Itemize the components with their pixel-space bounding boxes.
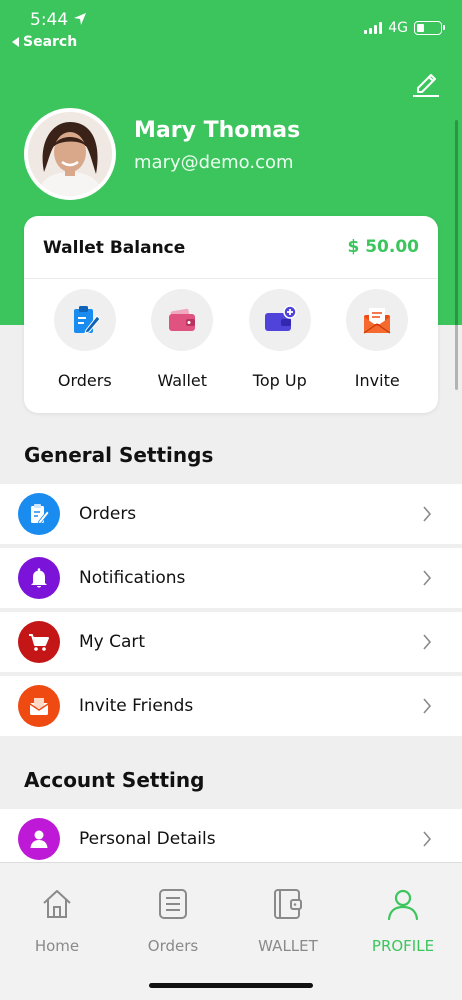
person-icon: [18, 818, 60, 860]
wallet-action-top-up[interactable]: Top Up: [239, 289, 321, 390]
wallet-tab-icon: [274, 889, 302, 919]
divider: [24, 278, 438, 279]
settings-item-label: Notifications: [79, 568, 186, 588]
settings-item-label: Orders: [79, 504, 137, 524]
top-up-card-icon: [248, 289, 311, 351]
general-settings-title: General Settings: [24, 443, 214, 467]
location-arrow-icon: [74, 13, 86, 25]
tab-label: Orders: [147, 937, 199, 955]
orders-list-icon: [159, 889, 187, 919]
wallet-actions: Orders Wallet Top Up Invite: [24, 289, 438, 390]
settings-item-label: Invite Friends: [79, 696, 194, 716]
account-setting-title: Account Setting: [24, 768, 205, 792]
chevron-right-icon: [423, 570, 432, 586]
profile-name: Mary Thomas: [134, 118, 301, 143]
home-icon: [43, 890, 71, 918]
tab-label: WALLET: [258, 937, 318, 955]
wallet-action-wallet[interactable]: Wallet: [141, 289, 223, 390]
orders-icon: [18, 493, 60, 535]
tab-home[interactable]: Home: [2, 887, 112, 955]
profile-email: mary@demo.com: [134, 152, 294, 173]
edit-pencil-icon[interactable]: [410, 66, 442, 98]
signal-icon: [364, 22, 383, 34]
wallet-amount: $ 50.00: [347, 237, 419, 257]
avatar[interactable]: [24, 108, 116, 200]
back-label: Search: [23, 34, 78, 50]
wallet-action-label: Top Up: [252, 371, 307, 390]
wallet-card: Wallet Balance $ 50.00 Orders Wallet Top…: [24, 216, 438, 413]
settings-item-personal-details[interactable]: Personal Details: [0, 809, 462, 869]
tab-wallet[interactable]: WALLET: [233, 887, 343, 955]
orders-clipboard-icon: [53, 289, 116, 351]
wallet-action-label: Invite: [354, 371, 400, 390]
settings-item-notifications[interactable]: Notifications: [0, 548, 462, 608]
wallet-icon: [151, 289, 214, 351]
chevron-right-icon: [423, 831, 432, 847]
general-settings-list: Orders Notifications My Cart Invite Frie…: [0, 484, 462, 740]
wallet-action-orders[interactable]: Orders: [44, 289, 126, 390]
wallet-action-label: Wallet: [157, 371, 208, 390]
settings-item-invite-friends[interactable]: Invite Friends: [0, 676, 462, 736]
tab-orders[interactable]: Orders: [118, 887, 228, 955]
tab-profile[interactable]: PROFILE: [348, 887, 458, 955]
invite-envelope-icon: [346, 289, 409, 351]
tab-label: PROFILE: [371, 937, 435, 955]
chevron-right-icon: [423, 698, 432, 714]
settings-item-label: My Cart: [79, 632, 146, 652]
wallet-action-label: Orders: [57, 371, 112, 390]
wallet-title: Wallet Balance: [43, 238, 186, 258]
status-bar: 5:44 Search 4G: [0, 0, 462, 60]
settings-item-orders[interactable]: Orders: [0, 484, 462, 544]
back-arrow-icon: [12, 37, 19, 47]
cart-icon: [18, 621, 60, 663]
network-type: 4G: [388, 20, 408, 36]
tab-label: Home: [34, 937, 80, 955]
battery-icon: [414, 21, 445, 35]
settings-item-label: Personal Details: [79, 829, 216, 849]
wallet-action-invite[interactable]: Invite: [336, 289, 418, 390]
chevron-right-icon: [423, 506, 432, 522]
chevron-right-icon: [423, 634, 432, 650]
back-to-search[interactable]: Search: [12, 34, 77, 50]
avatar-photo: [28, 112, 112, 196]
invite-icon: [18, 685, 60, 727]
home-indicator: [149, 983, 313, 988]
scrollbar[interactable]: [455, 120, 458, 390]
status-indicators: 4G: [364, 20, 445, 36]
bottom-tab-bar: Home Orders WALLET PROFILE: [0, 862, 462, 1000]
status-time: 5:44: [30, 10, 69, 30]
settings-item-my-cart[interactable]: My Cart: [0, 612, 462, 672]
bell-icon: [18, 557, 60, 599]
profile-icon: [387, 889, 419, 921]
